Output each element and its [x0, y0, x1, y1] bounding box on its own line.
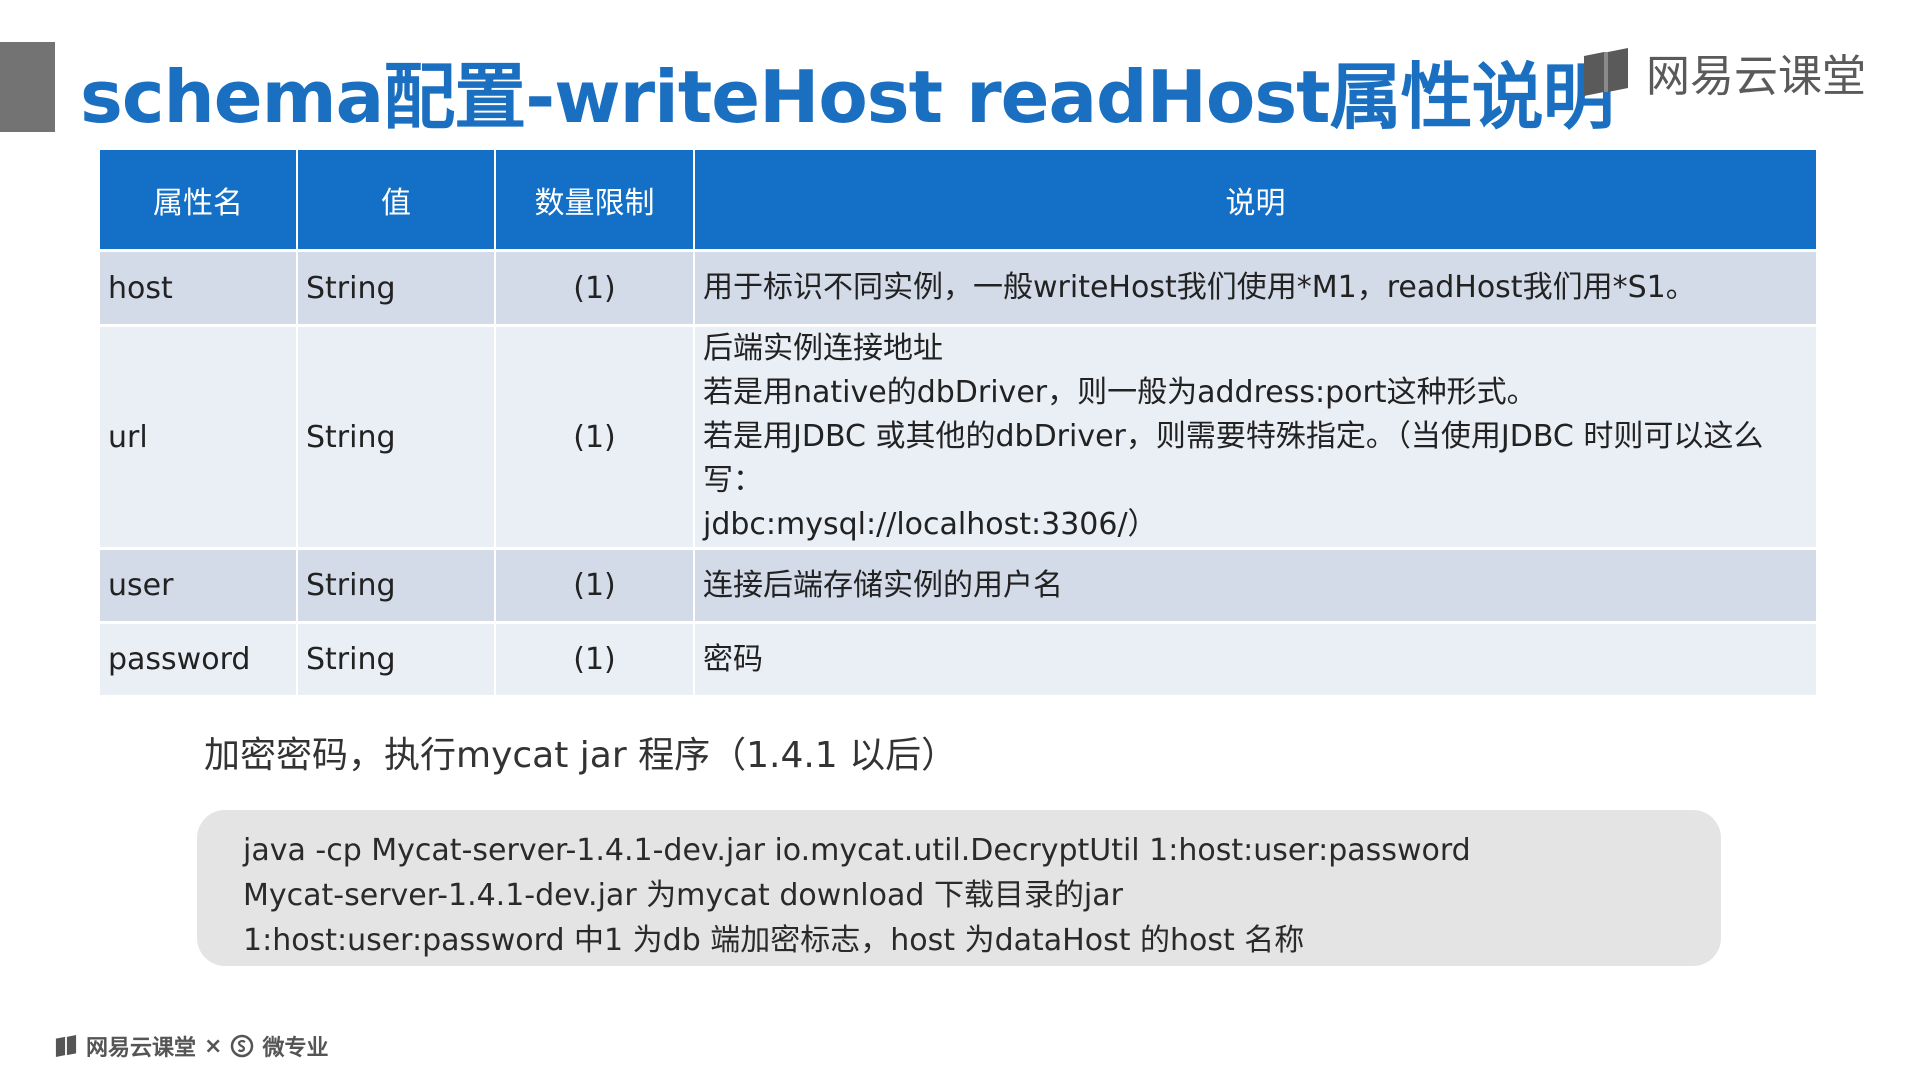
cell-name: host: [100, 250, 298, 327]
column-header-limit: 数量限制: [495, 150, 695, 252]
desc-line: 后端实例连接地址: [703, 331, 943, 366]
cell-limit: (1): [495, 325, 695, 550]
cell-name: user: [100, 548, 298, 624]
corner-accent-block: [0, 42, 55, 132]
cell-value: String: [297, 622, 496, 698]
column-header-value: 值: [297, 150, 496, 252]
book-icon: [1584, 48, 1628, 96]
desc-line: 密码: [703, 641, 763, 677]
command-line: java -cp Mycat-server-1.4.1-dev.jar io.m…: [243, 833, 1471, 868]
brand-logo: 网易云课堂: [1580, 42, 1866, 102]
brand-name: 网易云课堂: [1646, 51, 1866, 102]
desc-line: 用于标识不同实例，一般writeHost我们使用*M1，readHost我们用*…: [703, 270, 1696, 305]
cell-desc: 后端实例连接地址 若是用native的dbDriver，则一般为address:…: [694, 325, 1816, 550]
footer-brand: 网易云课堂 × 微专业: [54, 1030, 328, 1062]
footer-separator: ×: [204, 1033, 223, 1059]
slide-title: schema配置-writeHost readHost属性说明: [80, 55, 1615, 139]
footer-brand-name: 网易云课堂: [86, 1036, 197, 1061]
cell-desc: 用于标识不同实例，一般writeHost我们使用*M1，readHost我们用*…: [694, 250, 1816, 327]
desc-line: 若是用native的dbDriver，则一般为address:port这种形式。: [703, 375, 1537, 410]
desc-line: jdbc:mysql://localhost:3306/）: [703, 507, 1158, 542]
cell-desc: 密码: [694, 622, 1816, 698]
cell-value: String: [297, 325, 496, 550]
column-header-desc: 说明: [694, 150, 1816, 252]
desc-line: 若是用JDBC 或其他的dbDriver，则需要特殊指定。（当使用JDBC 时则…: [703, 419, 1764, 498]
command-note: 1:host:user:password 中1 为db 端加密标志，host 为…: [243, 923, 1305, 958]
desc-line: 连接后端存储实例的用户名: [703, 567, 1063, 603]
column-header-name: 属性名: [100, 150, 298, 252]
cell-value: String: [297, 548, 496, 624]
cell-desc: 连接后端存储实例的用户名: [694, 548, 1816, 624]
table-row-host: host String (1) 用于标识不同实例，一般writeHost我们使用…: [100, 250, 1816, 327]
attribute-table: 属性名 值 数量限制 说明 host String (1) 用于标识不同实例，一…: [100, 150, 1816, 698]
cell-limit: (1): [495, 622, 695, 698]
table-row-password: password String (1) 密码: [100, 622, 1816, 698]
table-header-row: 属性名 值 数量限制 说明: [100, 150, 1816, 252]
cell-limit: (1): [495, 548, 695, 624]
command-box: java -cp Mycat-server-1.4.1-dev.jar io.m…: [197, 810, 1721, 966]
table-row-user: user String (1) 连接后端存储实例的用户名: [100, 548, 1816, 624]
cell-name: url: [100, 325, 298, 550]
book-icon: [55, 1035, 77, 1057]
encrypt-heading: 加密密码，执行mycat jar 程序（1.4.1 以后）: [204, 735, 958, 776]
weizhuanye-logo-icon: [231, 1034, 254, 1058]
cell-name: password: [100, 622, 298, 698]
command-note: Mycat-server-1.4.1-dev.jar 为mycat downlo…: [243, 878, 1123, 913]
cell-value: String: [297, 250, 496, 327]
table-row-url: url String (1) 后端实例连接地址 若是用native的dbDriv…: [100, 325, 1816, 550]
cell-limit: (1): [495, 250, 695, 327]
footer-partner: 微专业: [262, 1036, 329, 1061]
